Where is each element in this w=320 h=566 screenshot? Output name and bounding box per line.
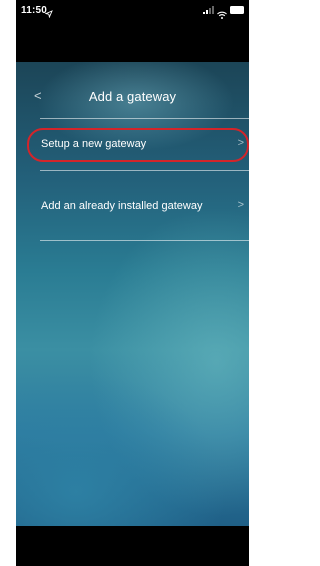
app-screen: < Add a gateway Setup a new gateway > Ad… bbox=[16, 62, 249, 526]
divider bbox=[40, 240, 249, 241]
navigation-bar: < Add a gateway bbox=[16, 62, 249, 118]
status-time: 11:50 bbox=[21, 5, 48, 16]
status-indicators bbox=[203, 6, 244, 19]
cellular-signal-icon bbox=[203, 6, 214, 14]
battery-icon bbox=[230, 6, 244, 14]
phone-frame: 11:50 < Add a gateway Setup a new gatewa… bbox=[16, 0, 249, 566]
menu-item-add-installed-gateway[interactable]: Add an already installed gateway > bbox=[16, 187, 249, 227]
status-bar: 11:50 bbox=[16, 0, 249, 22]
bottom-bar bbox=[16, 526, 249, 566]
menu-item-setup-new-gateway[interactable]: Setup a new gateway > bbox=[16, 125, 249, 165]
location-arrow-icon bbox=[44, 5, 53, 23]
divider bbox=[40, 170, 249, 171]
chevron-right-icon: > bbox=[237, 137, 244, 149]
divider bbox=[40, 118, 249, 119]
menu-item-label: Add an already installed gateway bbox=[41, 200, 203, 212]
chevron-right-icon: > bbox=[237, 199, 244, 211]
menu-item-label: Setup a new gateway bbox=[41, 138, 147, 150]
wifi-icon bbox=[217, 6, 227, 19]
page-title: Add a gateway bbox=[88, 89, 177, 104]
